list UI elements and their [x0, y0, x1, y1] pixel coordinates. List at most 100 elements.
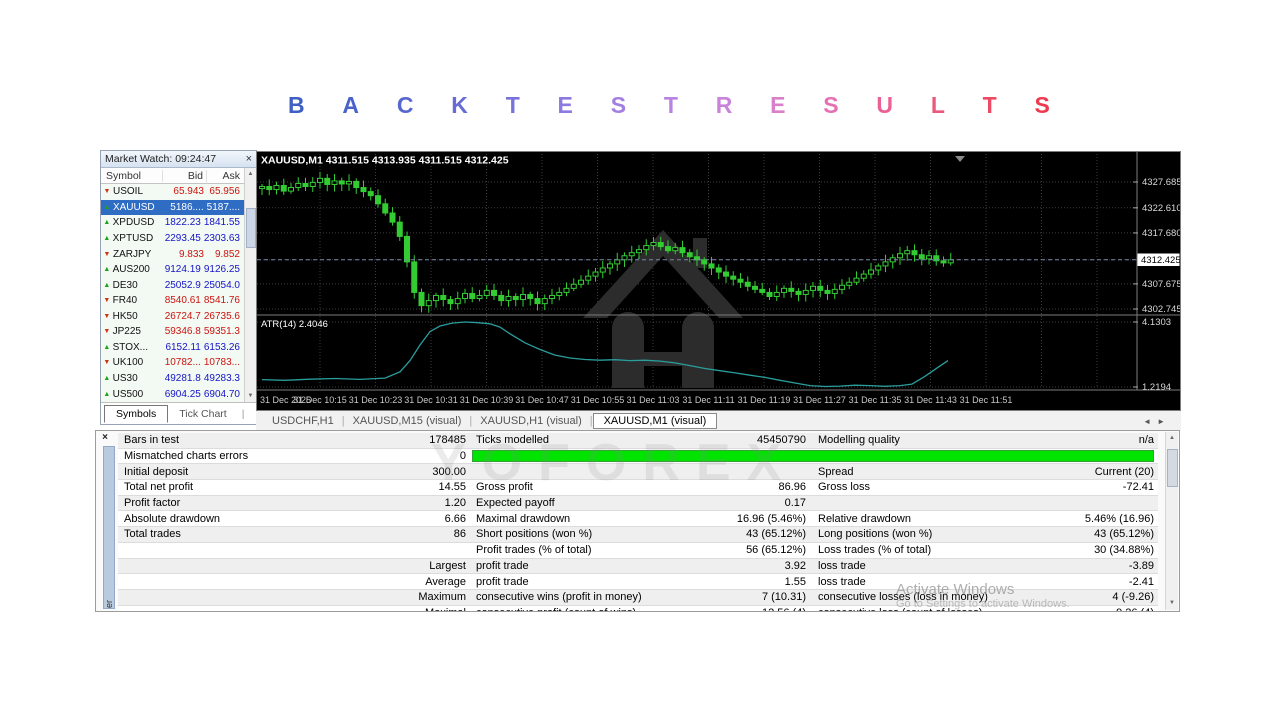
bid-value: 1822.23 — [161, 217, 204, 228]
bid-value: 65.943 — [163, 186, 207, 197]
price-chart[interactable]: 4327.6854322.6104317.6804307.6754302.745… — [257, 152, 1180, 410]
market-row-ZARJPY[interactable]: ▼ZARJPY9.8339.852 — [101, 246, 256, 262]
close-icon[interactable]: × — [246, 154, 252, 164]
report-value: 4 (-9.26) — [1046, 591, 1158, 603]
svg-text:31 Dec 10:39: 31 Dec 10:39 — [460, 395, 514, 405]
down-arrow-icon: ▼ — [101, 297, 113, 304]
ask-value: 49283.3 — [204, 373, 243, 384]
chart-tab-usdchf-h1[interactable]: USDCHF,H1 — [264, 414, 342, 428]
tester-panel-strip[interactable]: Tester — [103, 446, 115, 609]
column-symbol: Symbol — [101, 170, 163, 182]
svg-text:4327.685: 4327.685 — [1142, 177, 1180, 188]
title-letter: T — [983, 92, 997, 119]
chart-window[interactable]: 4327.6854322.6104317.6804307.6754302.745… — [256, 151, 1181, 411]
report-label: Absolute drawdown — [118, 513, 354, 525]
svg-text:31 Dec 11:19: 31 Dec 11:19 — [738, 395, 791, 405]
report-label: loss trade — [806, 560, 1046, 572]
title-letter: B — [288, 92, 305, 119]
market-watch-scrollbar[interactable]: ▲ ▼ — [244, 168, 256, 402]
title-letter: A — [342, 92, 359, 119]
chart-tab-xauusd-m1-visual-[interactable]: XAUUSD,M1 (visual) — [593, 413, 718, 429]
ask-value: 6904.70 — [204, 389, 243, 400]
report-label: Gross profit — [466, 481, 706, 493]
market-row-AUS200[interactable]: ▲AUS2009124.199126.25 — [101, 262, 256, 278]
bid-value: 9.833 — [163, 249, 207, 260]
market-row-USOIL[interactable]: ▼USOIL65.94365.956 — [101, 184, 256, 200]
market-row-UK100[interactable]: ▼UK10010782...10783... — [101, 355, 256, 371]
title-letter: T — [506, 92, 520, 119]
scroll-up-icon[interactable]: ▲ — [1169, 432, 1175, 445]
tab-tick-chart[interactable]: Tick Chart — [168, 406, 237, 422]
scrollbar-thumb[interactable] — [246, 208, 256, 248]
report-label: consecutive loss (count of losses) — [806, 607, 1046, 612]
tab-next-icon[interactable]: ► — [1157, 417, 1171, 426]
report-row: Mismatched charts errors0 — [118, 449, 1158, 465]
chart-tab-xauusd-m15-visual-[interactable]: XAUUSD,M15 (visual) — [345, 414, 470, 428]
report-label: Profit factor — [118, 497, 354, 509]
report-value: 5.46% (16.96) — [1046, 513, 1158, 525]
report-label: Maximal drawdown — [466, 513, 706, 525]
report-value: 56 (65.12%) — [706, 544, 806, 556]
report-value: n/a — [1046, 434, 1158, 446]
up-arrow-icon: ▲ — [101, 266, 113, 273]
scroll-down-icon[interactable]: ▼ — [1169, 597, 1175, 610]
market-row-US30[interactable]: ▲US3049281.849283.3 — [101, 371, 256, 387]
symbol-name: ZARJPY — [113, 249, 163, 260]
up-arrow-icon: ▲ — [101, 391, 113, 398]
report-value: 43 (65.12%) — [706, 528, 806, 540]
up-arrow-icon: ▲ — [101, 204, 113, 211]
market-row-FR40[interactable]: ▼FR408540.618541.76 — [101, 293, 256, 309]
report-value: 3.92 — [706, 560, 806, 572]
scroll-down-icon[interactable]: ▼ — [248, 390, 254, 402]
title-letter: E — [558, 92, 573, 119]
svg-text:31 Dec 10:31: 31 Dec 10:31 — [404, 395, 458, 405]
report-value: 30 (34.88%) — [1046, 544, 1158, 556]
report-value: -3.89 — [1046, 560, 1158, 572]
report-row: Profit trades (% of total)56 (65.12%)Los… — [118, 543, 1158, 559]
market-row-STOX[interactable]: ▲STOX...6152.116153.26 — [101, 340, 256, 356]
title-letter: U — [876, 92, 893, 119]
scroll-up-icon[interactable]: ▲ — [248, 168, 254, 180]
report-value: -72.41 — [1046, 481, 1158, 493]
report-label: Profit trades (% of total) — [466, 544, 706, 556]
report-label: Gross loss — [806, 481, 1046, 493]
up-arrow-icon: ▲ — [101, 375, 113, 382]
market-watch-title: Market Watch: 09:24:47 — [105, 153, 246, 165]
close-icon[interactable]: × — [99, 432, 111, 444]
title-letter: S — [823, 92, 838, 119]
title-letter: C — [397, 92, 414, 119]
up-arrow-icon: ▲ — [101, 344, 113, 351]
down-arrow-icon: ▼ — [101, 359, 113, 366]
tab-symbols[interactable]: Symbols — [104, 405, 168, 423]
chart-tab-xauusd-h1-visual-[interactable]: XAUUSD,H1 (visual) — [472, 414, 589, 428]
market-row-HK50[interactable]: ▼HK5026724.726735.6 — [101, 309, 256, 325]
symbol-name: JP225 — [113, 326, 161, 337]
report-label: loss trade — [806, 576, 1046, 588]
market-row-DE30[interactable]: ▲DE3025052.925054.0 — [101, 277, 256, 293]
report-value: 86 — [354, 528, 466, 540]
report-label: consecutive profit (count of wins) — [466, 607, 706, 612]
report-scrollbar[interactable]: ▲ ▼ — [1165, 432, 1178, 610]
title-letter: S — [1035, 92, 1050, 119]
ask-value: 6153.26 — [204, 342, 243, 353]
report-label: Bars in test — [118, 434, 354, 446]
report-row: Averageprofit trade1.55loss trade-2.41 — [118, 574, 1158, 590]
svg-text:31 Dec 11:43: 31 Dec 11:43 — [904, 395, 957, 405]
report-value: 178485 — [354, 434, 466, 446]
report-label: Long positions (won %) — [806, 528, 1046, 540]
market-row-XAUUSD[interactable]: ▲XAUUSD5186....5187.... — [101, 200, 256, 216]
scrollbar-thumb[interactable] — [1167, 449, 1178, 487]
svg-text:31 Dec 10:47: 31 Dec 10:47 — [515, 395, 569, 405]
tab-prev-icon[interactable]: ◄ — [1143, 417, 1157, 426]
report-label: Total net profit — [118, 481, 354, 493]
market-row-XPDUSD[interactable]: ▲XPDUSD1822.231841.55 — [101, 215, 256, 231]
tab-nav-arrows[interactable]: ◄► — [1143, 417, 1181, 426]
market-row-US500[interactable]: ▲US5006904.256904.70 — [101, 386, 256, 402]
report-label: Expected payoff — [466, 497, 706, 509]
market-row-JP225[interactable]: ▼JP22559346.859351.3 — [101, 324, 256, 340]
bid-value: 26724.7 — [161, 311, 204, 322]
market-row-XPTUSD[interactable]: ▲XPTUSD2293.452303.63 — [101, 231, 256, 247]
report-label: consecutive losses (loss in money) — [806, 591, 1046, 603]
ask-value: 8541.76 — [204, 295, 243, 306]
svg-text:31 Dec 11:51: 31 Dec 11:51 — [960, 395, 1013, 405]
